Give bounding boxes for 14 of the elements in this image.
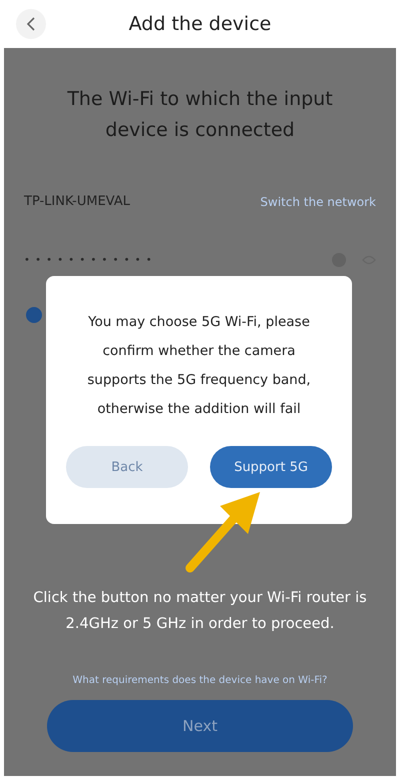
help-link[interactable]: What requirements does the device have on Wi-Fi?: [72, 675, 328, 686]
heading: The Wi-Fi to which the input device is connected: [66, 87, 334, 143]
dialog-message: You may choose 5G Wi-Fi, please confirm whether the camera supports the 5G frequency band, otherwise the addition will fail: [86, 313, 312, 419]
chevron-left-icon: [26, 17, 36, 31]
next-button[interactable]: Next: [47, 700, 353, 752]
network-name: TP-LINK-UMEVAL: [24, 194, 130, 209]
instruction-text: Click the button no matter your Wi-Fi router is 2.4GHz or 5 GHz in order to proceed.: [32, 589, 368, 634]
agreement-checkbox[interactable]: [26, 307, 42, 323]
switch-network-link[interactable]: Switch the network: [260, 194, 376, 208]
password-field[interactable]: • • • • • • • • • • • •: [24, 254, 153, 266]
back-button[interactable]: [16, 9, 46, 39]
page-title: Add the device: [128, 13, 272, 35]
back-button[interactable]: Back: [66, 446, 188, 488]
confirm-button[interactable]: Support 5G: [210, 446, 332, 488]
